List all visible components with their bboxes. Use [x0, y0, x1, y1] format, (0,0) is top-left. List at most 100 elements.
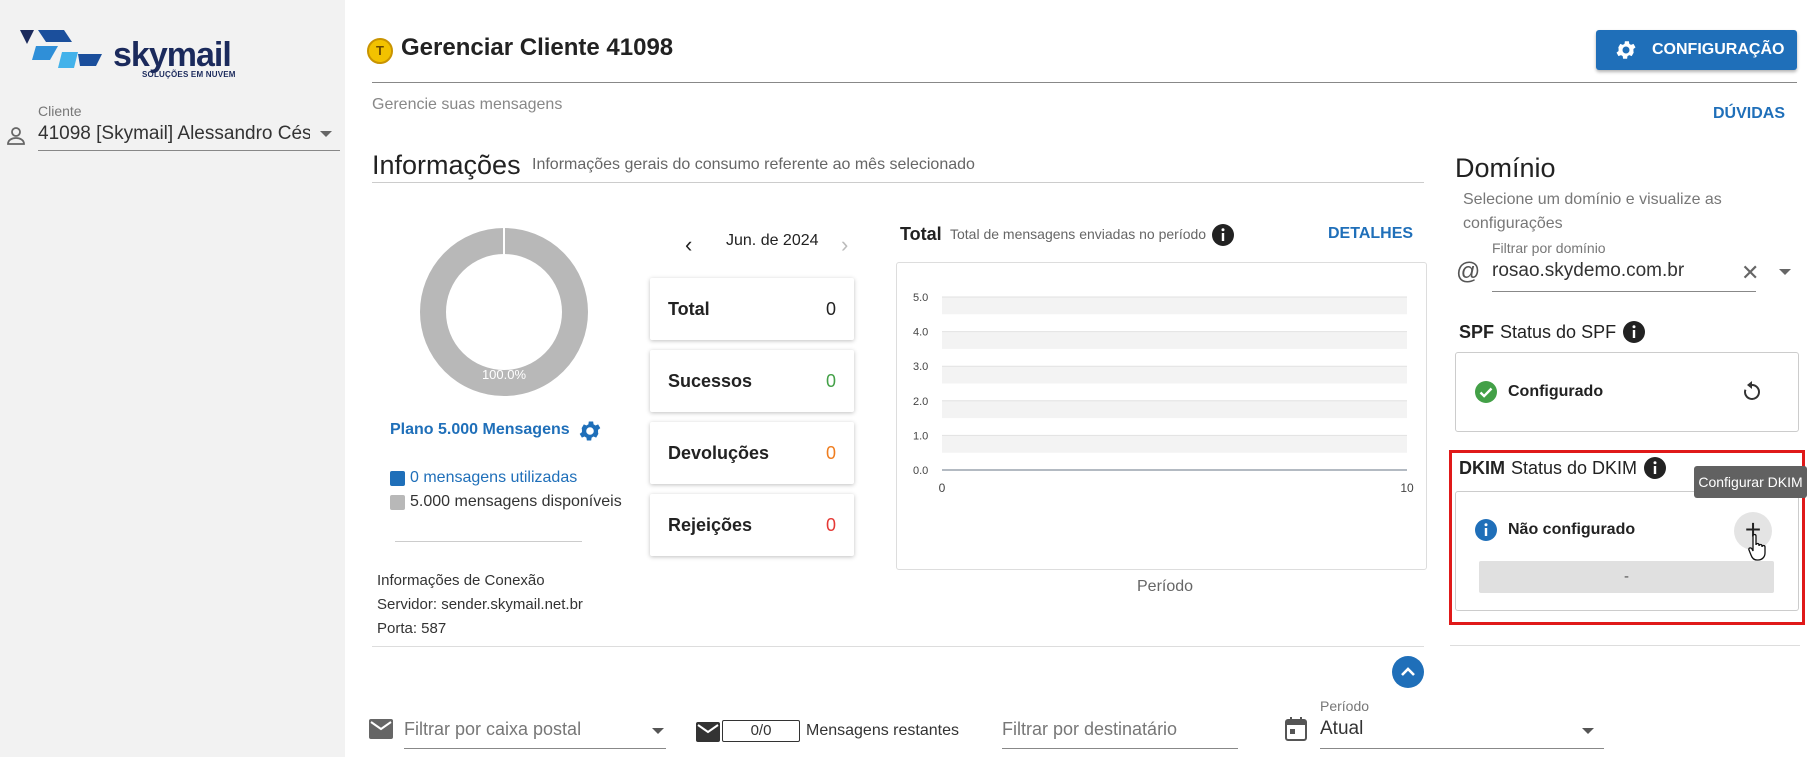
- account-badge-icon: T: [367, 38, 393, 64]
- clear-domain-close-icon[interactable]: ✕: [1741, 260, 1759, 286]
- configuration-button[interactable]: CONFIGURAÇÃO: [1596, 30, 1797, 70]
- legend-available-swatch: [390, 494, 405, 510]
- month-next-chevron-icon[interactable]: ›: [841, 232, 848, 258]
- client-select[interactable]: 41098 [Skymail] Alessandro César: [38, 123, 310, 145]
- check-circle-icon: [1475, 381, 1497, 403]
- configuration-button-label: CONFIGURAÇÃO: [1652, 41, 1785, 58]
- stat-value: 0: [825, 370, 836, 391]
- skymail-logo: skymail SOLUÇÕES EM NUVEM: [18, 28, 258, 88]
- period-select-underline: [1320, 748, 1604, 749]
- help-link[interactable]: DÚVIDAS: [1713, 105, 1785, 123]
- domain-filter-underline: [1492, 291, 1756, 292]
- info-bottom-divider: [372, 646, 1424, 647]
- remaining-messages-label: Mensagens restantes: [806, 722, 959, 739]
- period-dropdown-caret-icon[interactable]: [1582, 728, 1594, 734]
- chart-x-axis-label: Período: [1137, 578, 1194, 595]
- envelope-icon: [696, 722, 720, 742]
- collapse-chevron-up-icon[interactable]: [1392, 656, 1424, 688]
- spf-section-header: SPF Status do SPF: [1459, 320, 1646, 344]
- page-title: Gerenciar Cliente 41098: [401, 34, 674, 61]
- chart-y-tick-label: 5.0: [913, 292, 928, 304]
- chart-grid-band: [942, 366, 1407, 384]
- legend-available-label: 5.000 mensagens disponíveis: [410, 493, 622, 510]
- title-divider: [372, 82, 1797, 83]
- total-chart-title: Total: [900, 224, 942, 244]
- calendar-icon: [1285, 717, 1307, 741]
- client-dropdown-caret-icon[interactable]: [320, 131, 332, 137]
- chart-y-tick-label: 3.0: [913, 361, 928, 373]
- info-section-subtitle: Informações gerais do consumo referente …: [532, 156, 975, 173]
- chart-y-tick-label: 4.0: [913, 327, 928, 339]
- refresh-icon[interactable]: [1740, 380, 1764, 404]
- mail-icon: [369, 719, 393, 739]
- legend-available: 5.000 mensagens disponíveis: [390, 493, 622, 511]
- domain-section-subtitle: Selecione um domínio e visualize as conf…: [1463, 191, 1722, 232]
- chart-grid-band: [942, 400, 1407, 419]
- chart-y-tick-label: 1.0: [913, 430, 928, 442]
- legend-used: 0 mensagens utilizadas: [390, 469, 577, 487]
- domain-section-title: Domínio: [1455, 153, 1556, 183]
- stat-card-successes: Sucessos 0: [650, 350, 854, 412]
- spf-tag: SPF: [1459, 321, 1495, 342]
- stat-value: 0: [825, 514, 836, 535]
- chart-grid-band: [942, 297, 1407, 315]
- stat-card-total: Total 0: [650, 278, 854, 340]
- dkim-status-row: Não configurado: [1474, 518, 1635, 542]
- stat-value: 0: [825, 298, 836, 319]
- stat-label: Sucessos: [668, 370, 753, 391]
- plan-settings-gear-icon[interactable]: [577, 418, 603, 444]
- person-icon: [7, 127, 25, 145]
- connection-server: Servidor: sender.skymail.net.br: [377, 596, 583, 613]
- stat-label: Rejeições: [668, 514, 753, 535]
- dkim-record-field: -: [1479, 561, 1774, 593]
- mailbox-filter-select[interactable]: Filtrar por caixa postal: [404, 719, 581, 740]
- info-section-title: Informações: [372, 150, 521, 180]
- spf-title: Status do SPF: [1500, 321, 1617, 342]
- domain-filter-select[interactable]: rosao.skydemo.com.br: [1492, 260, 1684, 282]
- info-circle-icon: [1475, 519, 1497, 541]
- spf-info-icon[interactable]: [1622, 320, 1646, 344]
- total-chart-panel: 0.0 1.0 2.0 3.0 4.0 5.0 0 10: [896, 262, 1427, 570]
- client-select-underline: [38, 150, 340, 151]
- mailbox-dropdown-caret-icon[interactable]: [652, 728, 664, 734]
- month-label: Jun. de 2024: [726, 232, 819, 249]
- spf-status-card: Configurado: [1455, 352, 1799, 432]
- recipient-filter-underline: [1002, 748, 1238, 749]
- month-prev-chevron-icon[interactable]: ‹: [685, 232, 692, 258]
- sidebar: skymail SOLUÇÕES EM NUVEM Cliente 41098 …: [0, 0, 345, 757]
- usage-donut-chart: 100.0%: [420, 228, 588, 401]
- client-label: Cliente: [38, 103, 82, 119]
- period-select[interactable]: Atual: [1320, 718, 1363, 740]
- configure-dkim-tooltip: Configurar DKIM: [1694, 466, 1807, 498]
- recipient-filter-input[interactable]: Filtrar por destinatário: [1002, 719, 1177, 740]
- chart-grid-band: [942, 331, 1407, 349]
- donut-available-slice: [420, 228, 588, 396]
- domain-bottom-divider: [1450, 645, 1800, 646]
- spf-status-text: Configurado: [1508, 383, 1604, 400]
- page-subtitle: Gerencie suas mensagens: [372, 96, 563, 113]
- stat-label: Total: [668, 298, 710, 319]
- chart-x-tick-label: 10: [1400, 481, 1414, 495]
- connection-title: Informações de Conexão: [377, 572, 545, 589]
- domain-dropdown-caret-icon[interactable]: [1779, 269, 1791, 275]
- period-label: Período: [1320, 698, 1370, 714]
- spf-status-row: Configurado: [1474, 380, 1603, 404]
- logo-mark-icon: [20, 30, 102, 68]
- at-sign-icon: @: [1456, 258, 1481, 285]
- dkim-status-text: Não configurado: [1508, 521, 1636, 538]
- legend-divider: [395, 541, 582, 542]
- domain-filter-label: Filtrar por domínio: [1492, 240, 1606, 256]
- stat-card-rejections: Rejeições 0: [650, 494, 854, 556]
- stat-label: Devoluções: [668, 442, 770, 463]
- total-line-chart: 0.0 1.0 2.0 3.0 4.0 5.0 0 10: [913, 292, 1414, 495]
- logo-tagline: SOLUÇÕES EM NUVEM: [142, 70, 236, 79]
- gear-icon: [1616, 41, 1636, 59]
- plan-link[interactable]: Plano 5.000 Mensagens: [390, 421, 570, 439]
- chart-y-tick-label: 2.0: [913, 396, 928, 408]
- total-info-icon[interactable]: [1211, 223, 1235, 247]
- stat-value: 0: [825, 442, 836, 463]
- connection-port: Porta: 587: [377, 620, 447, 637]
- details-link[interactable]: DETALHES: [1328, 225, 1413, 243]
- messages-counter: 0/0: [722, 720, 800, 742]
- mailbox-filter-underline: [404, 748, 666, 749]
